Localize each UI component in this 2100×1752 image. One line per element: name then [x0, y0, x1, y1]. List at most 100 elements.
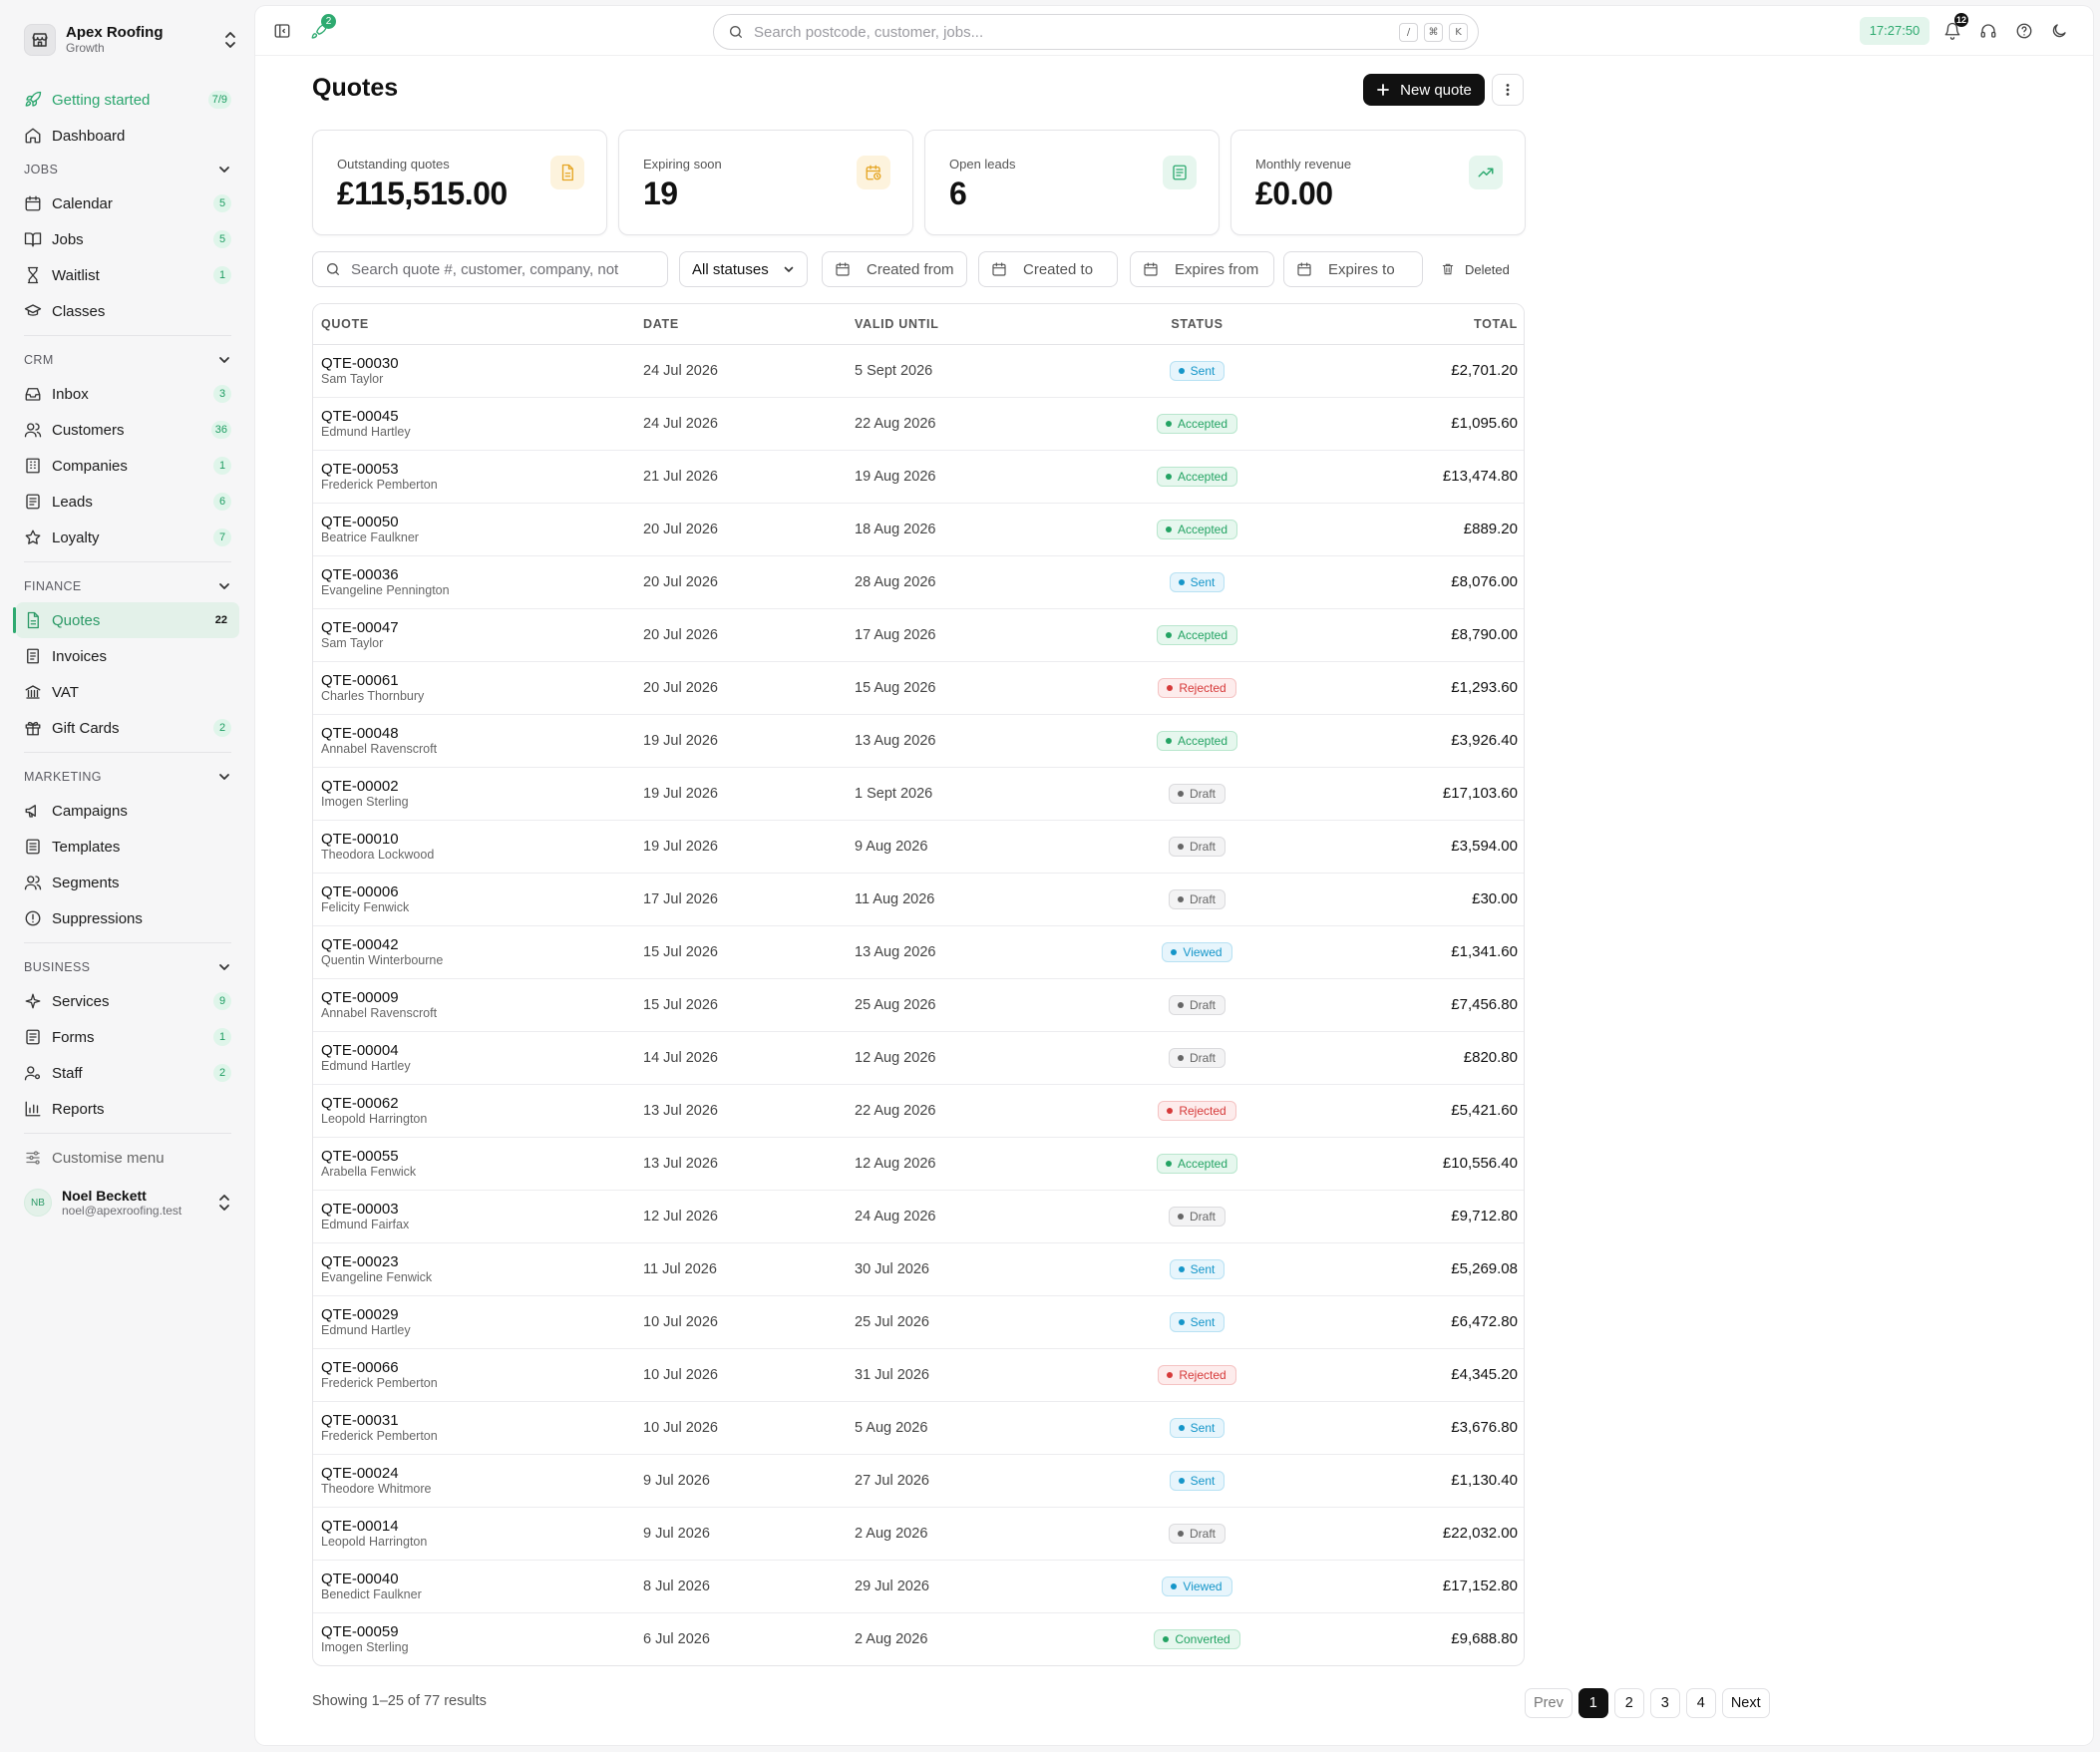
prev-page-button[interactable]: Prev	[1525, 1688, 1573, 1718]
table-row[interactable]: QTE-00006 Felicity Fenwick 17 Jul 2026 11 A…	[313, 873, 1524, 926]
sidebar-item-suppressions[interactable]: Suppressions	[16, 900, 239, 936]
quote-number[interactable]: QTE-00059	[321, 1623, 627, 1640]
more-options-button[interactable]	[1492, 74, 1524, 106]
sidebar-toggle-icon[interactable]	[273, 22, 291, 40]
section-header-jobs[interactable]: JOBS	[16, 154, 239, 185]
sidebar-item-segments[interactable]: Segments	[16, 865, 239, 900]
column-header-total[interactable]: TOTAL	[1328, 304, 1524, 345]
sidebar-item-templates[interactable]: Templates	[16, 829, 239, 865]
quote-number[interactable]: QTE-00010	[321, 831, 627, 848]
table-row[interactable]: QTE-00061 Charles Thornbury 20 Jul 2026 15 …	[313, 661, 1524, 715]
quote-number[interactable]: QTE-00030	[321, 355, 627, 372]
customise-menu-button[interactable]: Customise menu	[16, 1140, 239, 1176]
table-row[interactable]: QTE-00059 Imogen Sterling 6 Jul 2026 2 Aug …	[313, 1612, 1524, 1665]
global-search[interactable]: / ⌘ K	[713, 14, 1479, 50]
column-header-quote[interactable]: QUOTE	[313, 304, 635, 345]
quote-number[interactable]: QTE-00023	[321, 1253, 627, 1270]
table-row[interactable]: QTE-00009 Annabel Ravenscroft 15 Jul 2026 2…	[313, 978, 1524, 1032]
sidebar-item-companies[interactable]: Companies 1	[16, 448, 239, 484]
table-row[interactable]: QTE-00023 Evangeline Fenwick 11 Jul 2026 30…	[313, 1242, 1524, 1296]
sidebar-item-getting-started[interactable]: Getting started 7/9	[16, 82, 239, 118]
table-row[interactable]: QTE-00002 Imogen Sterling 19 Jul 2026 1 Sep…	[313, 767, 1524, 821]
headset-icon[interactable]	[1979, 22, 1997, 40]
page-button-3[interactable]: 3	[1649, 1688, 1680, 1718]
sidebar-item-inbox[interactable]: Inbox 3	[16, 376, 239, 412]
quote-number[interactable]: QTE-00042	[321, 936, 627, 953]
table-row[interactable]: QTE-00047 Sam Taylor 20 Jul 2026 17 Aug 202…	[313, 608, 1524, 662]
status-select[interactable]: All statuses	[679, 251, 808, 287]
help-icon[interactable]	[2015, 22, 2033, 40]
column-header-date[interactable]: DATE	[635, 304, 847, 345]
sidebar-item-services[interactable]: Services 9	[16, 983, 239, 1019]
table-row[interactable]: QTE-00004 Edmund Hartley 14 Jul 2026 12 Aug…	[313, 1031, 1524, 1085]
sidebar-item-campaigns[interactable]: Campaigns	[16, 793, 239, 829]
table-row[interactable]: QTE-00053 Frederick Pemberton 21 Jul 2026 1…	[313, 450, 1524, 504]
expires-to-picker[interactable]: Expires to	[1283, 251, 1423, 287]
quote-number[interactable]: QTE-00009	[321, 989, 627, 1006]
section-header-crm[interactable]: CRM	[16, 344, 239, 376]
table-row[interactable]: QTE-00062 Leopold Harrington 13 Jul 2026 22…	[313, 1084, 1524, 1138]
section-header-business[interactable]: BUSINESS	[16, 951, 239, 983]
quote-number[interactable]: QTE-00004	[321, 1042, 627, 1059]
created-from-picker[interactable]: Created from	[822, 251, 967, 287]
sidebar-item-forms[interactable]: Forms 1	[16, 1019, 239, 1055]
quote-search[interactable]	[312, 251, 668, 287]
page-button-1[interactable]: 1	[1577, 1688, 1608, 1718]
sidebar-item-calendar[interactable]: Calendar 5	[16, 185, 239, 221]
section-header-finance[interactable]: FINANCE	[16, 570, 239, 602]
table-row[interactable]: QTE-00029 Edmund Hartley 10 Jul 2026 25 Jul…	[313, 1295, 1524, 1349]
sidebar-item-reports[interactable]: Reports	[16, 1091, 239, 1127]
table-row[interactable]: QTE-00036 Evangeline Pennington 20 Jul 202…	[313, 555, 1524, 609]
sidebar-item-customers[interactable]: Customers 36	[16, 412, 239, 448]
expires-from-picker[interactable]: Expires from	[1130, 251, 1274, 287]
table-row[interactable]: QTE-00030 Sam Taylor 24 Jul 2026 5 Sept 202…	[313, 344, 1524, 398]
quote-number[interactable]: QTE-00014	[321, 1518, 627, 1535]
sidebar-item-loyalty[interactable]: Loyalty 7	[16, 520, 239, 555]
quote-number[interactable]: QTE-00062	[321, 1095, 627, 1112]
sidebar-item-classes[interactable]: Classes	[16, 293, 239, 329]
table-row[interactable]: QTE-00024 Theodore Whitmore 9 Jul 2026 27 J…	[313, 1454, 1524, 1508]
sidebar-item-staff[interactable]: Staff 2	[16, 1055, 239, 1091]
workspace-switcher[interactable]: Apex Roofing Growth	[24, 24, 237, 56]
table-row[interactable]: QTE-00040 Benedict Faulkner 8 Jul 2026 29 J…	[313, 1560, 1524, 1613]
table-row[interactable]: QTE-00010 Theodora Lockwood 19 Jul 2026 9 A…	[313, 820, 1524, 874]
quote-number[interactable]: QTE-00047	[321, 619, 627, 636]
table-row[interactable]: QTE-00048 Annabel Ravenscroft 19 Jul 2026 1…	[313, 714, 1524, 768]
quote-number[interactable]: QTE-00002	[321, 778, 627, 795]
table-row[interactable]: QTE-00050 Beatrice Faulkner 20 Jul 2026 18 …	[313, 503, 1524, 556]
created-to-picker[interactable]: Created to	[978, 251, 1118, 287]
quote-number[interactable]: QTE-00003	[321, 1201, 627, 1218]
table-row[interactable]: QTE-00014 Leopold Harrington 9 Jul 2026 2 A…	[313, 1507, 1524, 1561]
sidebar-item-gift-cards[interactable]: Gift Cards 2	[16, 710, 239, 746]
quote-number[interactable]: QTE-00031	[321, 1412, 627, 1429]
quote-search-input[interactable]	[351, 260, 667, 278]
quote-number[interactable]: QTE-00024	[321, 1465, 627, 1482]
deleted-toggle[interactable]: Deleted	[1441, 251, 1510, 287]
sidebar-item-dashboard[interactable]: Dashboard	[16, 118, 239, 154]
quote-number[interactable]: QTE-00048	[321, 725, 627, 742]
column-header-status[interactable]: STATUS	[1066, 304, 1328, 345]
next-page-button[interactable]: Next	[1721, 1688, 1770, 1718]
sidebar-item-leads[interactable]: Leads 6	[16, 484, 239, 520]
table-row[interactable]: QTE-00003 Edmund Fairfax 12 Jul 2026 24 Aug…	[313, 1190, 1524, 1243]
quote-number[interactable]: QTE-00066	[321, 1359, 627, 1376]
quote-number[interactable]: QTE-00050	[321, 514, 627, 530]
column-header-valid-until[interactable]: VALID UNTIL	[847, 304, 1066, 345]
sidebar-item-jobs[interactable]: Jobs 5	[16, 221, 239, 257]
quote-number[interactable]: QTE-00045	[321, 408, 627, 425]
sidebar-item-vat[interactable]: VAT	[16, 674, 239, 710]
quote-number[interactable]: QTE-00036	[321, 566, 627, 583]
page-button-2[interactable]: 2	[1613, 1688, 1644, 1718]
sidebar-item-waitlist[interactable]: Waitlist 1	[16, 257, 239, 293]
sidebar-item-quotes[interactable]: Quotes 22	[13, 602, 239, 638]
quote-number[interactable]: QTE-00061	[321, 672, 627, 689]
quote-number[interactable]: QTE-00029	[321, 1306, 627, 1323]
quote-number[interactable]: QTE-00040	[321, 1571, 627, 1587]
page-button-4[interactable]: 4	[1685, 1688, 1716, 1718]
section-header-marketing[interactable]: MARKETING	[16, 761, 239, 793]
sidebar-item-invoices[interactable]: Invoices	[16, 638, 239, 674]
global-search-input[interactable]	[754, 23, 1393, 41]
table-row[interactable]: QTE-00042 Quentin Winterbourne 15 Jul 2026…	[313, 925, 1524, 979]
quote-number[interactable]: QTE-00006	[321, 883, 627, 900]
table-row[interactable]: QTE-00045 Edmund Hartley 24 Jul 2026 22 Aug…	[313, 397, 1524, 451]
